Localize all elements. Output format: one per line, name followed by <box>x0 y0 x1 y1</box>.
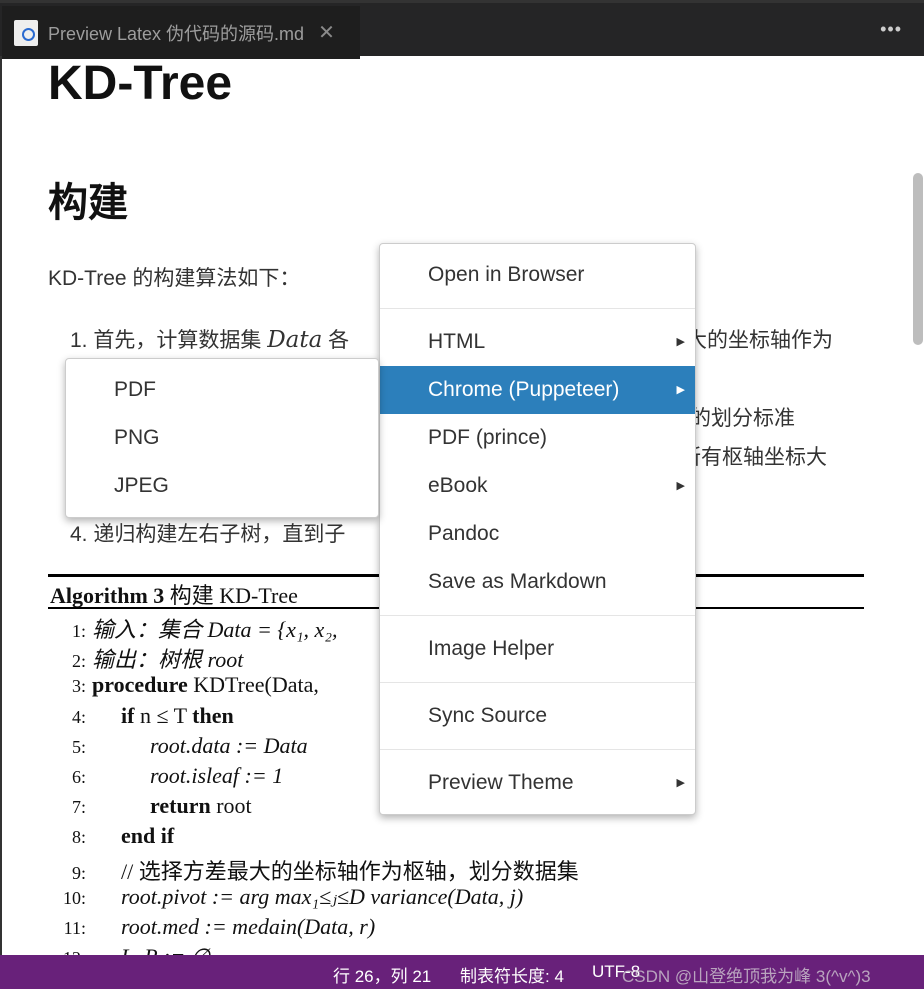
tab-title: Preview Latex 伪代码的源码.md <box>48 23 305 44</box>
submenu-arrow-icon: ▶ <box>676 777 685 789</box>
more-actions-icon[interactable]: ••• <box>880 19 902 40</box>
algorithm-line: 3: procedure KDTree(Data, <box>50 672 319 698</box>
algorithm-line: 2: 输出：树根 root <box>50 642 243 674</box>
math-data: Data <box>267 327 323 353</box>
menu-item-image-helper[interactable]: Image Helper <box>380 625 695 673</box>
vertical-scrollbar[interactable] <box>912 56 924 955</box>
algorithm-line: 6: root.isleaf := 1 <box>50 763 283 789</box>
menu-item-label: HTML <box>428 330 486 353</box>
intro-paragraph: KD-Tree 的构建算法如下： <box>48 267 301 290</box>
menu-item-label: Preview Theme <box>428 771 574 794</box>
submenu-arrow-icon: ▶ <box>676 480 685 492</box>
menu-separator <box>380 615 695 616</box>
line-number: 10: <box>62 887 86 908</box>
menu-separator <box>380 682 695 683</box>
algorithm-line: 9: // 选择方差最大的坐标轴作为枢轴，划分数据集 <box>50 854 579 886</box>
line-text: 输出：树根 root <box>92 647 244 673</box>
algorithm-line: 7: return root <box>50 793 252 819</box>
heading-kd-tree: KD-Tree <box>48 57 233 110</box>
status-bar: 行 26，列 21 制表符长度: 4 UTF-8 CSDN @山登绝顶我为峰 3… <box>0 955 924 989</box>
line-text: root.isleaf := 1 <box>150 763 284 788</box>
menu-item-label: eBook <box>428 474 488 497</box>
keyword: procedure <box>92 672 188 698</box>
list-item-1-tail: 大的坐标轴作为 <box>686 329 833 352</box>
list-text: 1. 首先，计算数据集 <box>70 329 268 352</box>
tab-preview[interactable]: Preview Latex 伪代码的源码.md ✕ <box>2 6 360 59</box>
algorithm-line: 11: root.med := medain(Data, r) <box>50 914 376 940</box>
menu-item-pandoc[interactable]: Pandoc <box>380 510 695 558</box>
list-item-1: 1. 首先，计算数据集 Data 各 <box>70 324 349 354</box>
line-number: 8: <box>71 827 86 848</box>
menu-item-pdf-prince[interactable]: PDF (prince) <box>380 414 695 462</box>
submenu-arrow-icon: ▶ <box>676 384 685 396</box>
line-number: 6: <box>71 767 86 787</box>
list-item-2-tail: 的划分标准 <box>690 407 795 430</box>
menu-item-label: PDF (prince) <box>428 426 548 449</box>
algorithm-name: 构建 KD-Tree <box>164 583 298 608</box>
list-text: 各 <box>322 329 350 352</box>
submenu-arrow-icon: ▶ <box>676 336 685 348</box>
export-submenu: PDF PNG JPEG <box>65 358 379 518</box>
line-number: 11: <box>63 918 86 938</box>
menu-item-html[interactable]: HTML ▶ <box>380 318 695 366</box>
line-text: 输入：集合 Data = {x₁, x₂, <box>92 617 338 642</box>
menu-item-preview-theme[interactable]: Preview Theme ▶ <box>380 759 695 807</box>
markdown-preview-icon <box>14 19 38 46</box>
menu-item-label: Save as Markdown <box>428 570 607 593</box>
watermark: CSDN @山登绝顶我为峰 3(^v^)3 <box>622 967 871 986</box>
keyword: end if <box>121 823 175 849</box>
line-text: KDTree(Data, <box>187 672 319 698</box>
line-number: 3: <box>71 676 86 697</box>
tab-size[interactable]: 制表符长度: 4 <box>460 962 564 987</box>
line-number: 4: <box>71 706 86 727</box>
submenu-item-png[interactable]: PNG <box>66 414 378 462</box>
line-number: 1: <box>71 621 86 641</box>
context-menu: Open in Browser HTML ▶ Chrome (Puppeteer) ▶ P… <box>379 243 696 815</box>
keyword: if <box>121 702 135 728</box>
algorithm-line: 4: if n ≤ T then <box>50 703 234 729</box>
submenu-item-pdf[interactable]: PDF <box>66 366 378 414</box>
menu-item-open-in-browser[interactable]: Open in Browser <box>380 251 695 299</box>
line-text: root.pivot := arg max₁≤ⱼ≤D variance(Data… <box>121 883 524 909</box>
algorithm-line: 1: 输入：集合 Data = {x₁, x₂, <box>50 612 338 644</box>
line-number: 9: <box>71 862 86 883</box>
menu-item-label: Pandoc <box>428 522 500 545</box>
menu-item-ebook[interactable]: eBook ▶ <box>380 462 695 510</box>
line-text: root.data := Data <box>150 732 308 758</box>
menu-separator <box>380 308 695 309</box>
algorithm-line: 8: end if <box>50 823 174 849</box>
line-number: 7: <box>71 797 86 818</box>
line-number: 5: <box>71 736 86 757</box>
line-text: // 选择方差最大的坐标轴作为枢轴，划分数据集 <box>121 858 579 884</box>
menu-item-label: Image Helper <box>428 637 555 660</box>
line-number: 2: <box>71 651 86 672</box>
menu-item-label: Chrome (Puppeteer) <box>428 378 620 401</box>
algorithm-line: 10: root.pivot := arg max₁≤ⱼ≤D variance(D… <box>50 884 523 910</box>
heading-build: 构建 <box>48 181 128 225</box>
algorithm-line: 5: root.data := Data <box>50 733 308 759</box>
menu-item-label: Sync Source <box>428 704 548 727</box>
menu-separator <box>380 749 695 750</box>
line-text: n ≤ T <box>134 702 193 728</box>
editor-tab-bar: Preview Latex 伪代码的源码.md ✕ ••• <box>0 0 924 59</box>
close-icon[interactable]: ✕ <box>318 20 335 45</box>
cursor-position[interactable]: 行 26，列 21 <box>333 962 431 987</box>
keyword: then <box>192 702 234 728</box>
list-item-3-tail: 所有枢轴坐标大 <box>680 446 827 469</box>
line-number: 12: <box>50 948 86 955</box>
algorithm-label: Algorithm 3 <box>50 583 165 608</box>
menu-item-sync-source[interactable]: Sync Source <box>380 692 695 740</box>
line-text: root <box>210 793 252 819</box>
submenu-item-jpeg[interactable]: JPEG <box>66 462 378 510</box>
line-text: root.med := medain(Data, r) <box>121 914 376 939</box>
menu-item-chrome-puppeteer[interactable]: Chrome (Puppeteer) ▶ <box>380 366 695 414</box>
list-item-4: 4. 递归构建左右子树，直到子 <box>70 523 346 546</box>
algorithm-line: 12: L, R := ∅ <box>50 944 210 955</box>
scrollbar-thumb[interactable] <box>913 173 923 345</box>
menu-item-label: Open in Browser <box>428 263 585 286</box>
menu-item-save-as-markdown[interactable]: Save as Markdown <box>380 558 695 606</box>
line-text: L, R := ∅ <box>121 944 210 955</box>
algorithm-title: Algorithm 3 构建 KD-Tree <box>50 578 298 610</box>
keyword: return <box>150 793 211 819</box>
